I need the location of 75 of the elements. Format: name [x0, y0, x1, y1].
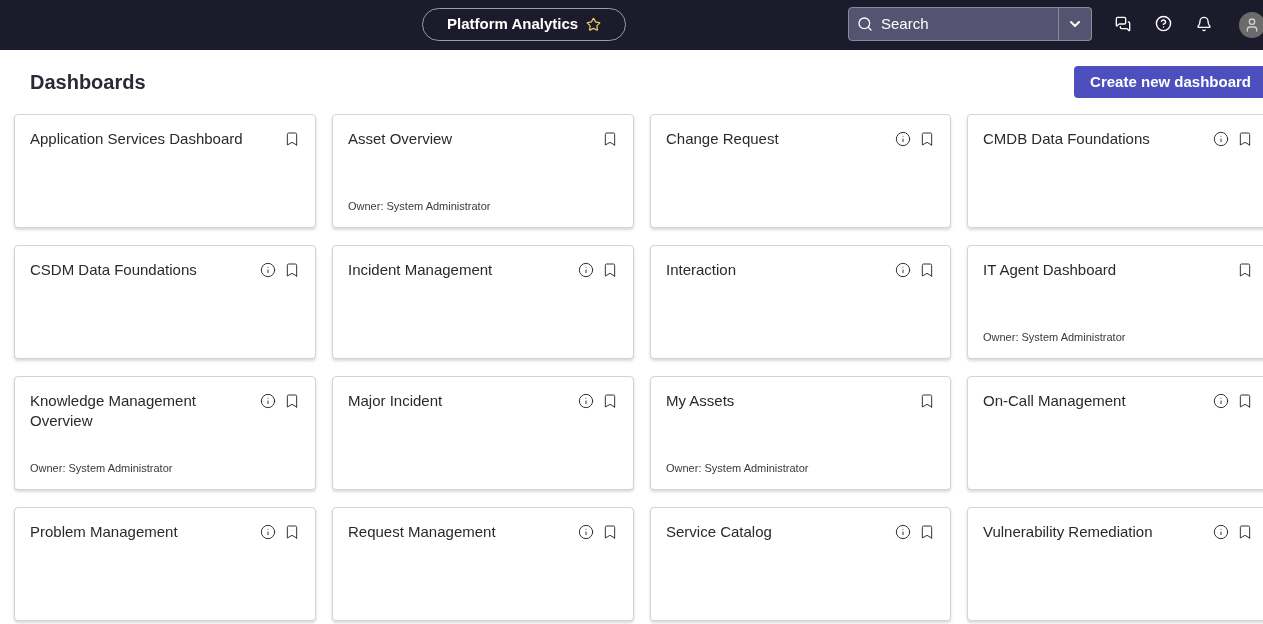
info-icon[interactable] — [895, 131, 911, 147]
bookmark-icon[interactable] — [919, 262, 935, 278]
dashboard-card[interactable]: My Assets Owner: System Administrator — [650, 376, 951, 490]
info-icon[interactable] — [578, 524, 594, 540]
star-icon[interactable] — [586, 17, 602, 32]
dashboard-card[interactable]: Request Management — [332, 507, 634, 621]
bookmark-icon[interactable] — [602, 131, 618, 147]
dashboard-title: Major Incident — [348, 391, 443, 411]
bookmark-icon[interactable] — [284, 393, 300, 409]
dashboard-title: IT Agent Dashboard — [983, 260, 1117, 280]
dashboard-card[interactable]: Incident Management — [332, 245, 634, 359]
bell-icon[interactable] — [1196, 16, 1212, 32]
dashboard-title: CSDM Data Foundations — [30, 260, 197, 280]
info-icon[interactable] — [1213, 131, 1229, 147]
dashboard-card[interactable]: Asset Overview Owner: System Administrator — [332, 114, 634, 228]
search-field[interactable]: Search — [848, 7, 1059, 41]
search-dropdown-button[interactable] — [1059, 7, 1092, 41]
owner-label: Owner: System Administrator — [983, 329, 1127, 345]
dashboard-card[interactable]: Service Catalog — [650, 507, 951, 621]
dashboard-card[interactable]: On-Call Management — [967, 376, 1263, 490]
dashboard-card[interactable]: Vulnerability Remediation — [967, 507, 1263, 621]
bookmark-icon[interactable] — [1237, 131, 1253, 147]
chat-icon[interactable] — [1115, 16, 1131, 32]
help-icon[interactable] — [1155, 15, 1172, 32]
bookmark-icon[interactable] — [602, 262, 618, 278]
dashboard-title: Knowledge Management Overview — [30, 391, 197, 431]
create-dashboard-button[interactable]: Create new dashboard — [1074, 66, 1263, 98]
bookmark-icon[interactable] — [1237, 393, 1253, 409]
bookmark-icon[interactable] — [284, 262, 300, 278]
bookmark-icon[interactable] — [919, 131, 935, 147]
bookmark-icon[interactable] — [919, 524, 935, 540]
dashboard-title: Incident Management — [348, 260, 493, 280]
info-icon[interactable] — [578, 262, 594, 278]
search-icon — [857, 16, 873, 32]
bookmark-icon[interactable] — [284, 524, 300, 540]
bookmark-icon[interactable] — [602, 524, 618, 540]
owner-label: Owner: System Administrator — [30, 460, 174, 476]
avatar[interactable] — [1239, 12, 1263, 38]
bookmark-icon[interactable] — [284, 131, 300, 147]
dashboard-card[interactable]: Application Services Dashboard — [14, 114, 316, 228]
info-icon[interactable] — [260, 524, 276, 540]
dashboard-title: Service Catalog — [666, 522, 772, 542]
dashboard-title: My Assets — [666, 391, 735, 411]
dashboard-title: Asset Overview — [348, 129, 453, 149]
dashboard-title: On-Call Management — [983, 391, 1126, 411]
bookmark-icon[interactable] — [919, 393, 935, 409]
bookmark-icon[interactable] — [1237, 524, 1253, 540]
dashboard-card[interactable]: Knowledge Management Overview Owner: System Administrator — [14, 376, 316, 490]
dashboard-card[interactable]: CMDB Data Foundations — [967, 114, 1263, 228]
dashboard-title: Interaction — [666, 260, 737, 280]
info-icon[interactable] — [260, 393, 276, 409]
info-icon[interactable] — [1213, 393, 1229, 409]
info-icon[interactable] — [260, 262, 276, 278]
dashboard-title: CMDB Data Foundations — [983, 129, 1150, 149]
dashboard-title: Change Request — [666, 129, 779, 149]
info-icon[interactable] — [578, 393, 594, 409]
dashboard-card[interactable]: Major Incident — [332, 376, 634, 490]
dashboard-card[interactable]: Problem Management — [14, 507, 316, 621]
dashboard-card[interactable]: IT Agent Dashboard Owner: System Administrator — [967, 245, 1263, 359]
owner-label: Owner: System Administrator — [666, 460, 810, 476]
page-title: Dashboards — [30, 70, 146, 95]
info-icon[interactable] — [895, 262, 911, 278]
info-icon[interactable] — [895, 524, 911, 540]
dashboard-title: Problem Management — [30, 522, 178, 542]
dashboard-card[interactable]: Interaction — [650, 245, 951, 359]
bookmark-icon[interactable] — [602, 393, 618, 409]
bookmark-icon[interactable] — [1237, 262, 1253, 278]
dashboard-title: Application Services Dashboard — [30, 129, 243, 149]
info-icon[interactable] — [1213, 524, 1229, 540]
search-input[interactable]: Search — [881, 12, 1041, 36]
dashboard-title: Vulnerability Remediation — [983, 522, 1153, 542]
dashboard-card[interactable]: CSDM Data Foundations — [14, 245, 316, 359]
dashboard-title: Request Management — [348, 522, 496, 542]
owner-label: Owner: System Administrator — [348, 198, 492, 214]
dashboard-card[interactable]: Change Request — [650, 114, 951, 228]
